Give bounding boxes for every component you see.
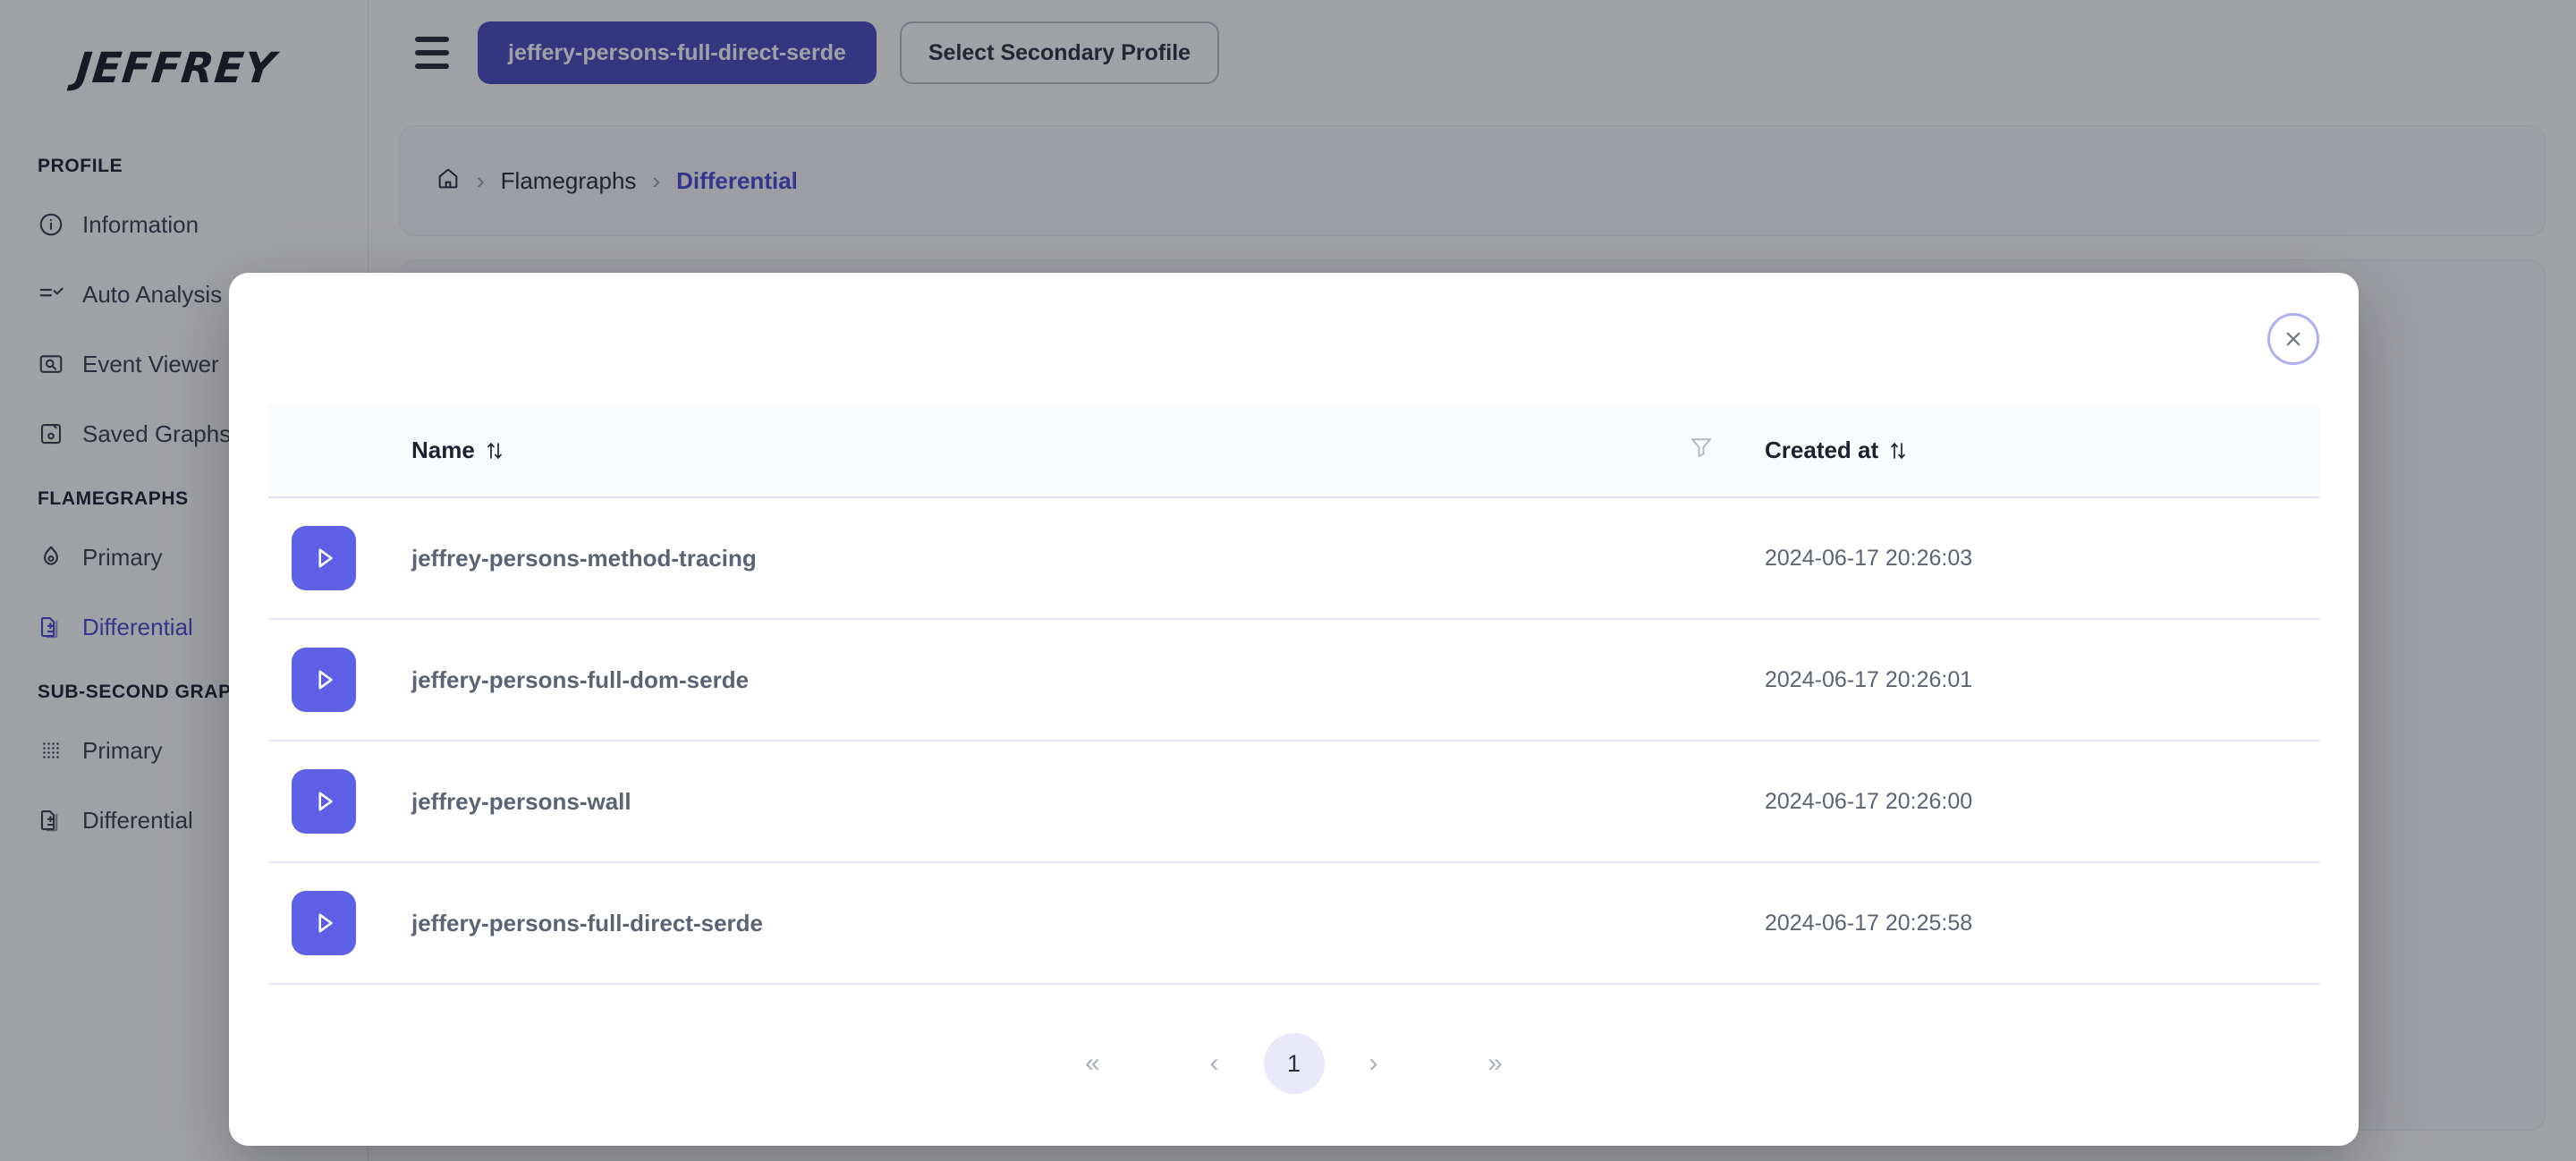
table-row[interactable]: jeffery-persons-full-direct-serde 2024-0… xyxy=(268,862,2319,985)
row-name: jeffrey-persons-method-tracing xyxy=(411,497,1688,620)
pagination-last-button[interactable]: » xyxy=(1466,1034,1525,1093)
row-filter-cell xyxy=(1688,497,1765,620)
row-created-at: 2024-06-17 20:26:03 xyxy=(1765,497,2319,620)
header-name[interactable]: Name xyxy=(411,404,1688,498)
pagination-prev-button[interactable]: ‹ xyxy=(1185,1034,1244,1093)
table-row[interactable]: jeffery-persons-full-dom-serde 2024-06-1… xyxy=(268,619,2319,742)
close-icon xyxy=(2280,326,2307,352)
row-action-cell xyxy=(268,741,411,863)
pagination-next-button[interactable]: › xyxy=(1344,1034,1403,1093)
header-created-at[interactable]: Created at xyxy=(1765,404,2319,498)
row-name: jeffrey-persons-wall xyxy=(411,741,1688,863)
pagination: « ‹ 1 › » xyxy=(268,985,2319,1142)
table-header-row: Name Created at xyxy=(268,404,2319,498)
sort-arrows-icon[interactable] xyxy=(1887,438,1909,463)
row-created-at: 2024-06-17 20:26:01 xyxy=(1765,619,2319,742)
row-action-cell xyxy=(268,862,411,985)
header-name-label: Name xyxy=(411,436,475,463)
dialog-header xyxy=(229,273,2359,404)
row-created-at: 2024-06-17 20:26:00 xyxy=(1765,741,2319,863)
pagination-first-button[interactable]: « xyxy=(1063,1034,1123,1093)
header-created-at-label: Created at xyxy=(1765,436,1879,463)
row-action-cell xyxy=(268,497,411,620)
profiles-table-wrap: Name Created at jeffrey-persons-method-t… xyxy=(229,404,2359,1146)
row-filter-cell xyxy=(1688,862,1765,985)
row-filter-cell xyxy=(1688,619,1765,742)
row-name: jeffery-persons-full-direct-serde xyxy=(411,862,1688,985)
table-row[interactable]: jeffrey-persons-method-tracing 2024-06-1… xyxy=(268,497,2319,620)
row-name: jeffery-persons-full-dom-serde xyxy=(411,619,1688,742)
close-button[interactable] xyxy=(2267,312,2319,365)
header-filter[interactable] xyxy=(1688,404,1765,498)
play-icon[interactable] xyxy=(292,526,356,590)
play-icon[interactable] xyxy=(292,648,356,712)
profiles-table: Name Created at jeffrey-persons-method-t… xyxy=(268,404,2319,985)
play-icon[interactable] xyxy=(292,769,356,834)
row-filter-cell xyxy=(1688,741,1765,863)
table-row[interactable]: jeffrey-persons-wall 2024-06-17 20:26:00 xyxy=(268,741,2319,863)
pagination-page-1[interactable]: 1 xyxy=(1263,1033,1325,1094)
table-header: Name Created at xyxy=(268,404,2319,498)
row-action-cell xyxy=(268,619,411,742)
filter-icon[interactable] xyxy=(1688,434,1715,467)
profile-select-dialog: Name Created at jeffrey-persons-method-t… xyxy=(229,273,2359,1146)
play-icon[interactable] xyxy=(292,891,356,955)
table-body: jeffrey-persons-method-tracing 2024-06-1… xyxy=(268,497,2319,985)
row-created-at: 2024-06-17 20:25:58 xyxy=(1765,862,2319,985)
sort-arrows-icon[interactable] xyxy=(484,438,505,463)
header-action xyxy=(268,404,411,498)
